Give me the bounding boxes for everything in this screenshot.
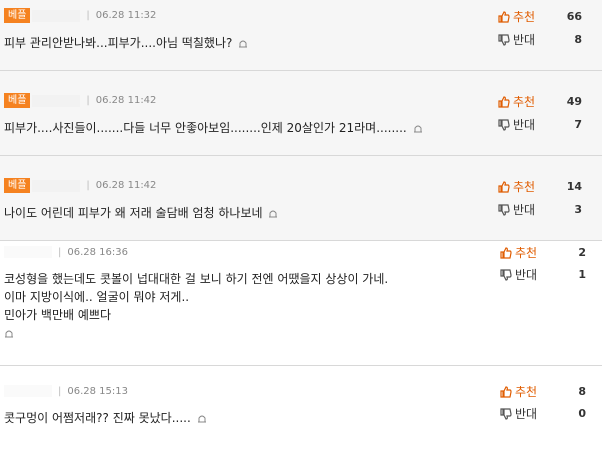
recommend-button[interactable]: 추천	[498, 93, 535, 110]
thumbs-down-icon	[500, 407, 512, 420]
comment-line: 피부 관리안받나봐...피부가....아님 떡칠했나?	[4, 36, 233, 50]
best-badge: 베플	[4, 8, 31, 23]
thumbs-down-icon	[498, 118, 510, 131]
thumbs-up-icon	[500, 246, 512, 259]
recommend-button[interactable]: 추천	[500, 244, 537, 261]
report-icon[interactable]	[197, 413, 207, 423]
author-name-masked[interactable]	[4, 385, 52, 397]
comment-date: 06.28 11:32	[95, 10, 157, 21]
comment-line: 피부가....사진들이.......다들 너무 안좋아보임........인제 …	[4, 121, 407, 135]
comment-line: 민아가 백만배 예쁘다	[4, 308, 111, 322]
recommend-button[interactable]: 추천	[498, 178, 535, 195]
comment: | 06.28 15:13 콧구멍이 어쩜저래?? 진짜 못났다..... 추천…	[4, 383, 586, 427]
report-icon[interactable]	[268, 208, 278, 218]
thumbs-down-icon	[500, 268, 512, 281]
comment-date: 06.28 11:42	[95, 180, 157, 191]
best-badge: 베플	[4, 178, 31, 193]
thumbs-up-icon	[500, 385, 512, 398]
comment-line: 콧구멍이 어쩜저래?? 진짜 못났다.....	[4, 411, 191, 425]
comment-text: 콧구멍이 어쩜저래?? 진짜 못났다.....	[4, 409, 207, 427]
author-name-masked[interactable]	[32, 9, 81, 22]
report-icon[interactable]	[413, 123, 423, 133]
oppose-button[interactable]: 반대	[498, 201, 535, 218]
oppose-button[interactable]: 반대	[498, 116, 535, 133]
comment-date: 06.28 11:42	[95, 95, 157, 106]
comment-date: 06.28 16:36	[67, 246, 128, 258]
recommend-count: 66	[566, 10, 582, 23]
thumbs-up-icon	[498, 10, 510, 23]
recommend-button[interactable]: 추천	[500, 383, 537, 400]
oppose-label: 반대	[513, 33, 536, 47]
best-comment: 베플 | 06.28 11:32 피부 관리안받나봐...피부가....아님 떡…	[0, 0, 602, 70]
oppose-label: 반대	[515, 407, 538, 421]
best-badge: 베플	[4, 93, 31, 108]
recommend-button[interactable]: 추천	[498, 8, 535, 25]
thumbs-up-icon	[498, 180, 510, 193]
recommend-label: 추천	[513, 10, 536, 24]
comment-date: 06.28 15:13	[67, 385, 128, 397]
oppose-count: 3	[574, 203, 582, 216]
author-name-masked[interactable]	[4, 246, 52, 258]
best-comment: 베플 | 06.28 11:42 나이도 어린데 피부가 왜 저래 술담배 엄청…	[0, 156, 602, 240]
recommend-count: 8	[578, 385, 586, 398]
recommend-label: 추천	[513, 95, 536, 109]
recommend-count: 14	[566, 180, 582, 193]
comment-line: 나이도 어린데 피부가 왜 저래 술담배 엄청 하나보네	[4, 206, 263, 220]
oppose-label: 반대	[515, 268, 538, 282]
oppose-label: 반대	[513, 203, 536, 217]
comment-text: 피부가....사진들이.......다들 너무 안좋아보임........인제 …	[4, 119, 423, 137]
report-icon[interactable]	[238, 38, 248, 48]
recommend-label: 추천	[513, 180, 536, 194]
oppose-label: 반대	[513, 118, 536, 132]
thumbs-down-icon	[498, 203, 510, 216]
comment-line: 이마 지방이식에.. 얼굴이 뭐야 저게..	[4, 290, 190, 304]
oppose-count: 8	[574, 33, 582, 46]
recommend-count: 2	[578, 246, 586, 259]
best-comment: 베플 | 06.28 11:42 피부가....사진들이.......다들 너무…	[0, 71, 602, 155]
recommend-label: 추천	[515, 385, 538, 399]
oppose-button[interactable]: 반대	[500, 405, 537, 422]
oppose-count: 7	[574, 118, 582, 131]
thumbs-down-icon	[498, 33, 510, 46]
comment-text: 코성형을 했는데도 콧볼이 넙대대한 걸 보니 하기 전엔 어땠을지 상상이 가…	[4, 270, 388, 342]
report-icon[interactable]	[4, 328, 14, 338]
oppose-button[interactable]: 반대	[498, 31, 535, 48]
oppose-count: 1	[578, 268, 586, 281]
oppose-count: 0	[578, 407, 586, 420]
comment-line: 코성형을 했는데도 콧볼이 넙대대한 걸 보니 하기 전엔 어땠을지 상상이 가…	[4, 272, 389, 286]
recommend-count: 49	[566, 95, 582, 108]
comment: | 06.28 16:36 코성형을 했는데도 콧볼이 넙대대한 걸 보니 하기…	[0, 241, 602, 365]
oppose-button[interactable]: 반대	[500, 266, 537, 283]
author-name-masked[interactable]	[32, 94, 81, 107]
author-name-masked[interactable]	[32, 179, 81, 192]
comment-text: 나이도 어린데 피부가 왜 저래 술담배 엄청 하나보네	[4, 204, 278, 222]
recommend-label: 추천	[515, 246, 538, 260]
thumbs-up-icon	[498, 95, 510, 108]
comment-text: 피부 관리안받나봐...피부가....아님 떡칠했나?	[4, 34, 248, 52]
